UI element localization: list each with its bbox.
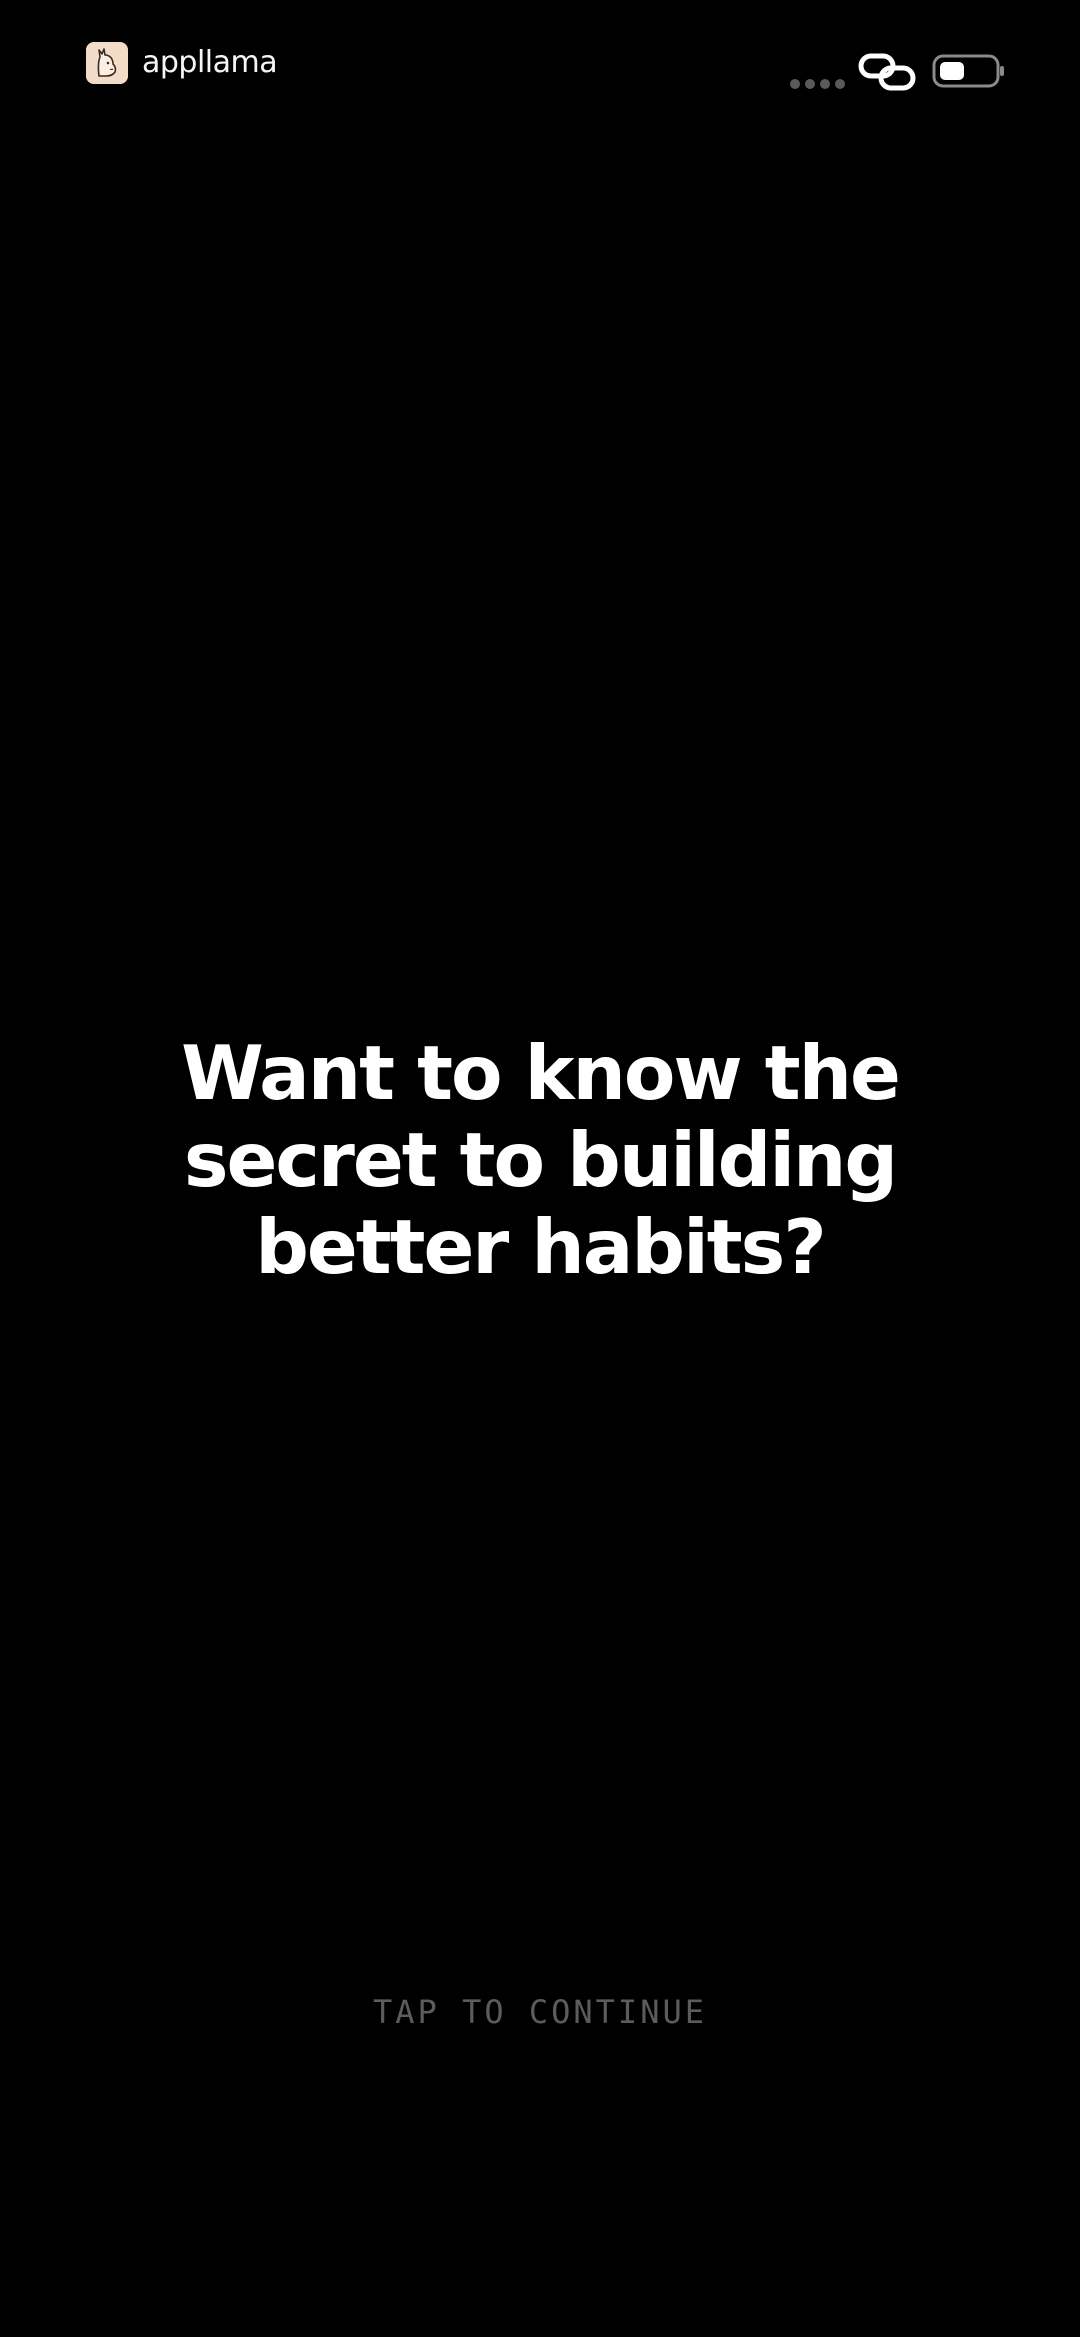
battery-icon: [932, 54, 1004, 88]
headline: Want to know the secret to building bett…: [181, 1029, 901, 1291]
link-icon: [858, 53, 916, 91]
signal-dots-icon: [790, 79, 845, 89]
brand: appllama: [86, 42, 278, 84]
appllama-logo-icon: [86, 42, 128, 84]
tap-to-continue-label[interactable]: TAP TO CONTINUE: [0, 1990, 1080, 2034]
status-bar: appllama: [0, 0, 1080, 140]
brand-name: appllama: [142, 45, 278, 80]
